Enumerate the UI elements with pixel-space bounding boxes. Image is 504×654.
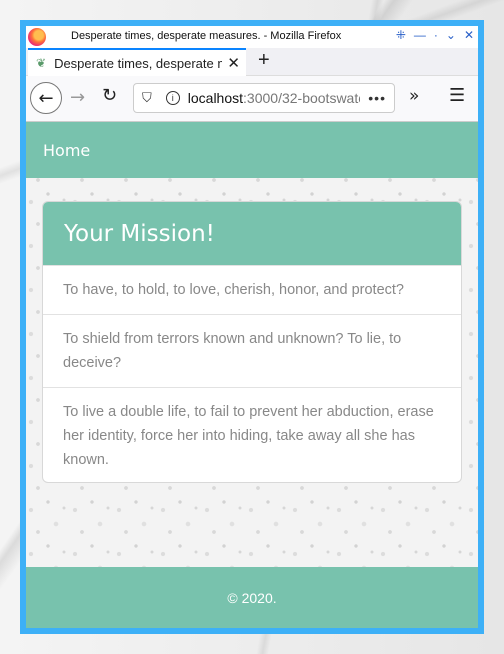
arrow-left-icon: ←	[38, 87, 54, 109]
firefox-logo-icon	[28, 28, 46, 46]
card-header: Your Mission!	[43, 202, 461, 265]
url-path: :3000/32-bootswatch	[243, 90, 360, 106]
info-icon[interactable]: i	[165, 91, 180, 105]
minimize-button[interactable]: —	[414, 28, 426, 42]
browser-window: Desperate times, desperate measures. - M…	[26, 26, 478, 628]
hamburger-menu-icon[interactable]: ☰	[449, 85, 465, 106]
close-tab-button[interactable]: ✕	[227, 54, 240, 72]
close-window-button[interactable]: ✕	[464, 28, 474, 42]
page-content: Home Your Mission! To have, to hold, to …	[26, 122, 478, 628]
overflow-chevron-icon[interactable]: »	[409, 86, 419, 106]
tab-bar: ❦ Desperate times, desperate measures. ✕…	[26, 48, 478, 76]
tab-label: Desperate times, desperate measures.	[54, 55, 222, 71]
site-navbar: Home	[26, 122, 478, 178]
back-button[interactable]: ←	[30, 82, 62, 114]
leaf-icon: ❦	[36, 56, 47, 70]
navigation-bar: ← → ↻ ⛉ i localhost:3000/32-bootswatch •…	[26, 76, 478, 122]
window-controls: ⁜ — · ⌄ ✕	[396, 28, 474, 42]
new-tab-button[interactable]: +	[258, 49, 270, 72]
tab-active[interactable]: ❦ Desperate times, desperate measures. ✕	[28, 48, 246, 76]
list-item: To live a double life, to fail to preven…	[43, 387, 461, 482]
window-title: Desperate times, desperate measures. - M…	[71, 30, 342, 42]
nav-home-link[interactable]: Home	[43, 141, 90, 160]
maximize-button[interactable]: ⌄	[446, 28, 456, 42]
url-host: localhost	[187, 90, 244, 106]
title-bar: Desperate times, desperate measures. - M…	[26, 26, 478, 48]
url-text[interactable]: localhost:3000/32-bootswatch	[188, 90, 360, 106]
page-actions-button[interactable]: •••	[368, 90, 386, 106]
copyright-text: © 2020.	[227, 589, 277, 606]
shield-icon[interactable]: ⛉	[142, 90, 152, 106]
pin-icon[interactable]: ⁜	[396, 28, 406, 42]
restore-button[interactable]: ·	[434, 28, 438, 42]
card-title: Your Mission!	[64, 220, 215, 247]
list-item: To shield from terrors known and unknown…	[43, 314, 461, 387]
reload-button[interactable]: ↻	[102, 85, 117, 106]
mission-card: Your Mission! To have, to hold, to love,…	[42, 201, 462, 483]
list-item: To have, to hold, to love, cherish, hono…	[43, 265, 461, 314]
site-footer: © 2020.	[26, 567, 478, 628]
forward-button[interactable]: →	[70, 87, 85, 108]
url-bar[interactable]: ⛉ i localhost:3000/32-bootswatch •••	[133, 83, 395, 113]
